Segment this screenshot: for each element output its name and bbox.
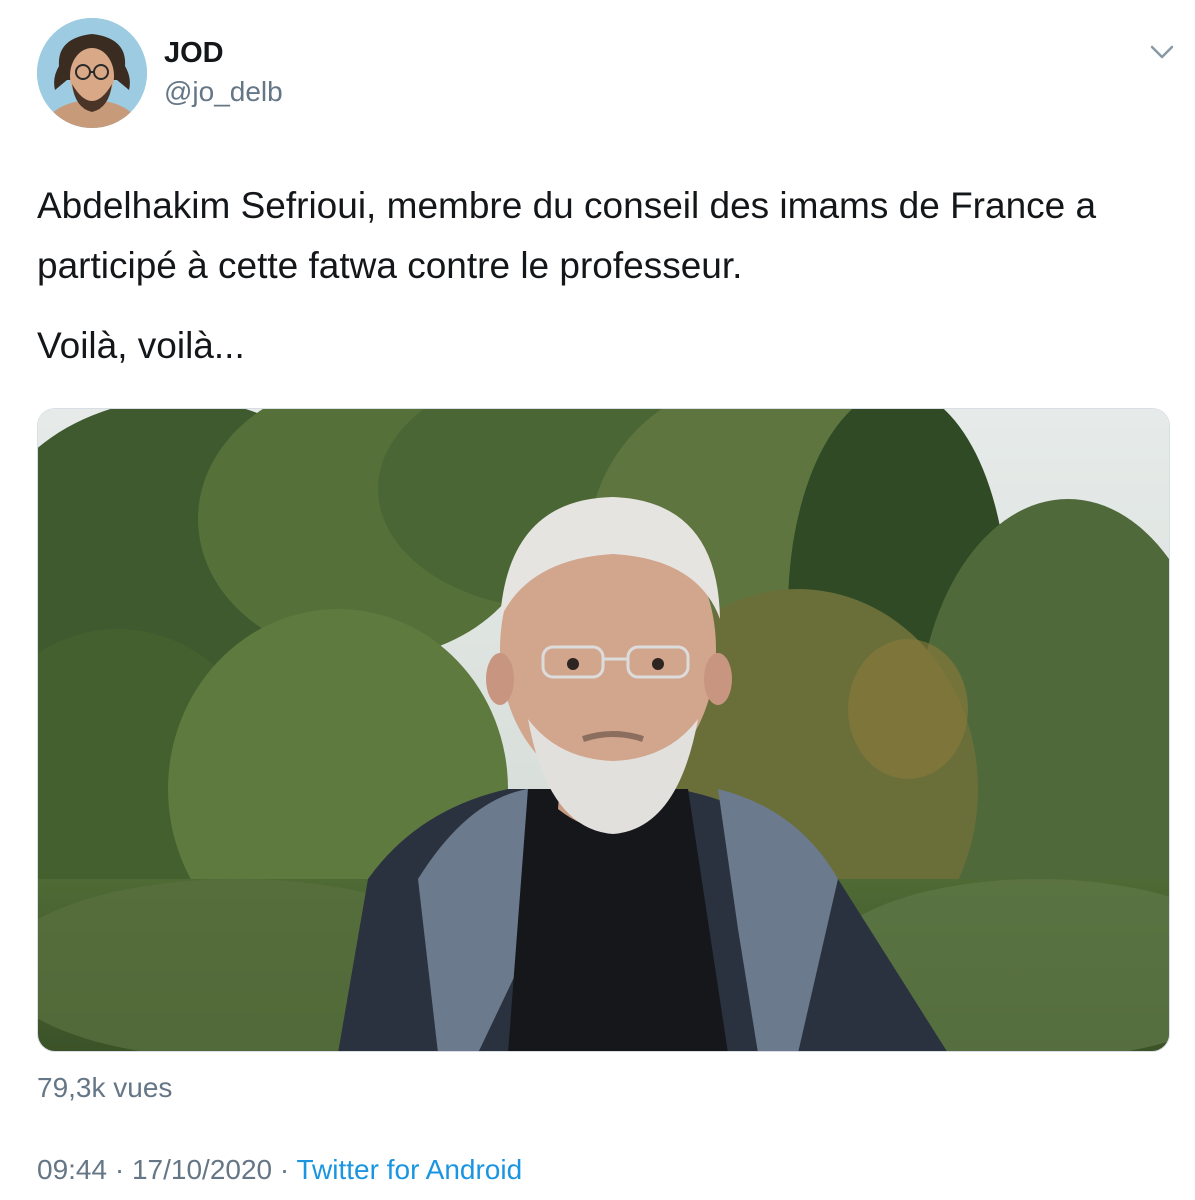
tweet-time[interactable]: 09:44 — [37, 1154, 107, 1185]
meta-separator: · — [272, 1154, 297, 1185]
avatar-image — [37, 18, 147, 128]
tweet-paragraph: Voilà, voilà... — [37, 325, 245, 366]
tweet-date[interactable]: 17/10/2020 — [132, 1154, 272, 1185]
meta-separator: · — [107, 1154, 132, 1185]
video-frame — [38, 409, 1169, 1051]
video-thumbnail[interactable] — [37, 408, 1170, 1052]
avatar[interactable] — [37, 18, 147, 128]
tweet-source-link[interactable]: Twitter for Android — [297, 1154, 523, 1185]
tweet-paragraph: Abdelhakim Sefrioui, membre du conseil d… — [37, 185, 1097, 286]
tweet-meta: 09:44 · 17/10/2020 · Twitter for Android — [37, 1152, 522, 1188]
author-handle[interactable]: @jo_delb — [164, 75, 283, 109]
view-count: 79,3k vues — [37, 1072, 173, 1103]
author-display-name[interactable]: JOD — [164, 36, 224, 70]
chevron-down-icon[interactable] — [1148, 42, 1176, 62]
tweet-text: Abdelhakim Sefrioui, membre du conseil d… — [37, 176, 1177, 376]
